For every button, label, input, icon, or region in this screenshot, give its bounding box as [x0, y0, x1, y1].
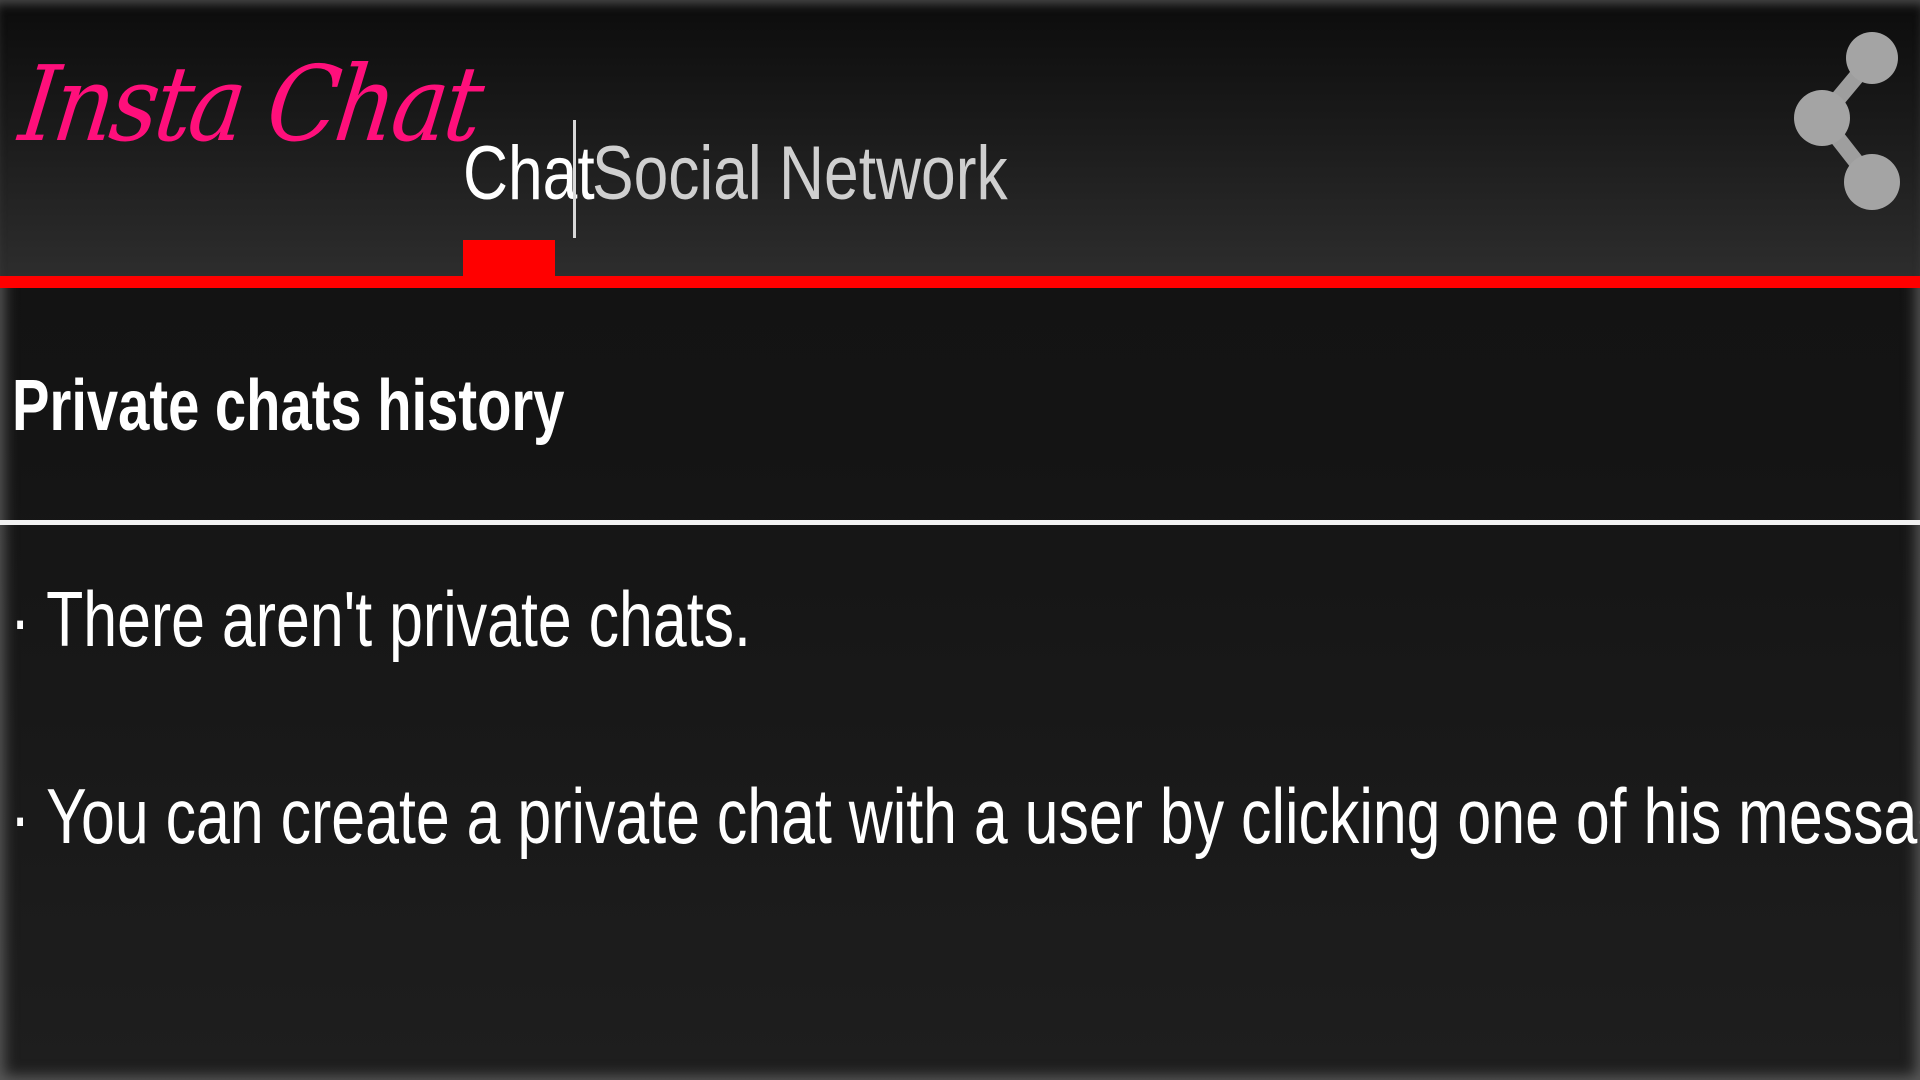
hint-message: · You can create a private chat with a u…: [10, 772, 1920, 860]
section-title: Private chats history: [12, 366, 565, 446]
action-bar: Insta Chat Chat Social Network: [0, 0, 1920, 276]
empty-state-message: · There aren't private chats.: [10, 575, 751, 663]
selected-tab-indicator: [463, 240, 555, 276]
header-underline: [0, 276, 1920, 288]
tab-social-network[interactable]: Social Network: [592, 136, 1008, 212]
tab-divider: [573, 120, 576, 238]
app-logo: Insta Chat: [13, 43, 487, 165]
app-window: Insta Chat Chat Social Network Private c…: [0, 0, 1920, 1080]
share-icon: [1794, 32, 1900, 210]
section-divider: [0, 520, 1920, 525]
share-button[interactable]: [1788, 22, 1908, 240]
